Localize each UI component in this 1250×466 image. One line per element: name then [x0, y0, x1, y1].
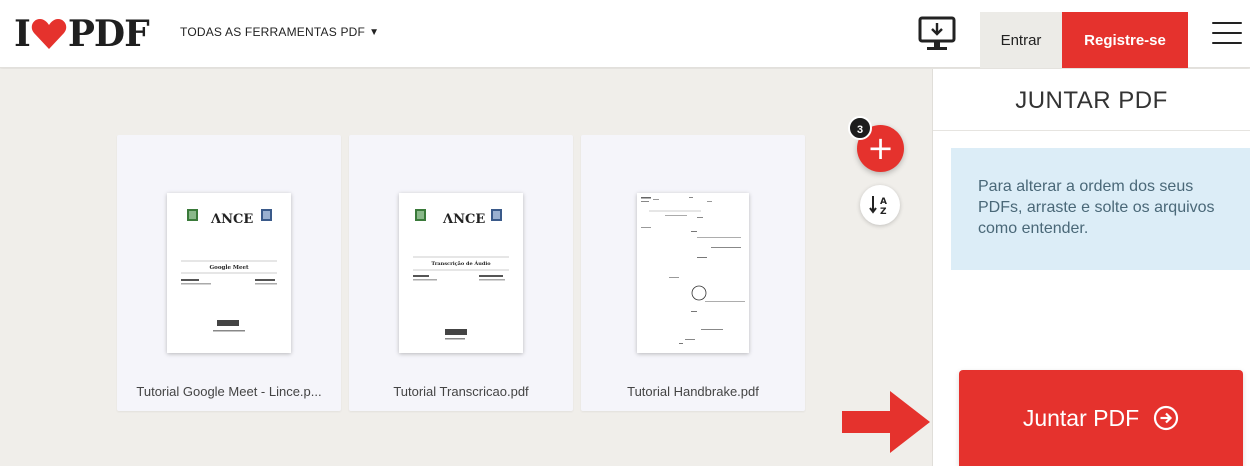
logo-text-pdf: PDF — [67, 13, 150, 55]
all-tools-dropdown[interactable]: TODAS AS FERRAMENTAS PDF ▼ — [180, 25, 379, 39]
top-navbar: I PDF TODAS AS FERRAMENTAS PDF ▼ Entrar … — [0, 0, 1250, 68]
file-count-badge: 3 — [848, 116, 872, 140]
heart-logo-icon — [31, 19, 67, 49]
login-button[interactable]: Entrar — [980, 12, 1062, 68]
file-card[interactable]: ΛNCE Transcrição de Áudio Tutorial Trans… — [349, 135, 573, 411]
thumbnail-heading: Google Meet — [209, 265, 248, 271]
merge-pdf-label: Juntar PDF — [1022, 404, 1140, 431]
plus-icon: + — [867, 129, 894, 167]
pdf-thumbnail: ΛNCE Google Meet — [167, 193, 291, 353]
hamburger-menu-icon[interactable] — [1212, 22, 1242, 44]
pdf-thumbnail — [637, 193, 749, 353]
pdf-page-preview — [641, 197, 745, 344]
pdf-page-preview: ΛNCE Transcrição de Áudio — [413, 209, 509, 340]
file-name: Tutorial Transcricao.pdf — [393, 384, 529, 399]
divider — [933, 130, 1250, 131]
all-tools-label: TODAS AS FERRAMENTAS PDF — [180, 25, 366, 39]
reorder-info-text: Para alterar a ordem dos seus PDFs, arra… — [978, 178, 1215, 237]
sort-az-icon: A Z — [869, 196, 887, 217]
file-card[interactable]: ΛNCE Google Meet Tutorial Google Meet - … — [117, 135, 341, 411]
svg-text:ΛNCE: ΛNCE — [210, 212, 253, 227]
ilovepdf-logo[interactable]: I PDF — [14, 13, 150, 55]
thumbnail-heading: Transcrição de Áudio — [431, 260, 491, 267]
svg-text:Z: Z — [880, 207, 887, 217]
file-workspace: ΛNCE Google Meet Tutorial Google Meet - … — [0, 69, 932, 466]
caret-down-icon: ▼ — [369, 26, 380, 38]
arrow-circle-right-icon — [1154, 405, 1179, 431]
logo-text-i: I — [14, 13, 31, 55]
reorder-info-box: Para alterar a ordem dos seus PDFs, arra… — [951, 148, 1250, 270]
desktop-download-icon[interactable] — [918, 16, 956, 52]
file-card[interactable]: Tutorial Handbrake.pdf — [581, 135, 805, 411]
pdf-page-preview: ΛNCE Google Meet — [181, 209, 277, 332]
svg-text:ΛNCE: ΛNCE — [442, 212, 485, 227]
red-arrow-annotation-icon — [842, 391, 930, 453]
sort-alphabetical-button[interactable]: A Z — [860, 185, 900, 225]
pdf-thumbnail: ΛNCE Transcrição de Áudio — [399, 193, 523, 353]
file-name: Tutorial Google Meet - Lince.p... — [136, 384, 322, 399]
merge-sidebar: JUNTAR PDF Para alterar a ordem dos seus… — [932, 69, 1250, 466]
register-button[interactable]: Registre-se — [1062, 12, 1188, 68]
file-name: Tutorial Handbrake.pdf — [627, 384, 759, 399]
sidebar-title: JUNTAR PDF — [1015, 87, 1168, 114]
svg-text:A: A — [880, 197, 887, 207]
merge-pdf-button[interactable]: Juntar PDF — [959, 370, 1243, 466]
